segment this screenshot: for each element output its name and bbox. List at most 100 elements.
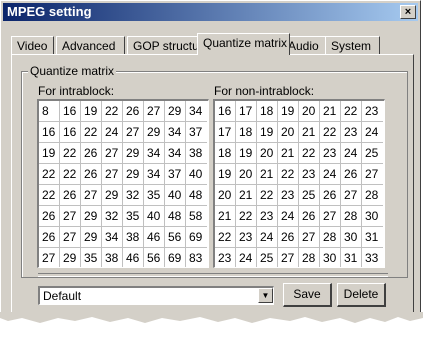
- matrix-cell[interactable]: 21: [323, 103, 343, 119]
- matrix-cell[interactable]: 19: [239, 145, 259, 161]
- matrix-cell[interactable]: 23: [365, 103, 385, 119]
- matrix-cell[interactable]: 22: [42, 166, 62, 182]
- tab-quantize-matrix[interactable]: Quantize matrix: [197, 33, 290, 55]
- matrix-cell[interactable]: 22: [302, 145, 322, 161]
- matrix-cell[interactable]: 28: [344, 208, 364, 224]
- matrix-cell[interactable]: 56: [168, 229, 188, 245]
- matrix-cell[interactable]: 30: [365, 208, 385, 224]
- matrix-cell[interactable]: 24: [323, 166, 343, 182]
- matrix-cell[interactable]: 40: [168, 187, 188, 203]
- matrix-cell[interactable]: 20: [239, 166, 259, 182]
- tab-gop-structure[interactable]: GOP structure: [127, 36, 209, 55]
- matrix-cell[interactable]: 22: [281, 166, 301, 182]
- matrix-cell[interactable]: 17: [239, 103, 259, 119]
- matrix-cell[interactable]: 26: [84, 166, 104, 182]
- matrix-cell[interactable]: 29: [63, 250, 83, 266]
- matrix-cell[interactable]: 18: [260, 103, 280, 119]
- matrix-cell[interactable]: 19: [281, 103, 301, 119]
- matrix-cell[interactable]: 37: [189, 124, 209, 140]
- matrix-cell[interactable]: 22: [105, 103, 125, 119]
- matrix-cell[interactable]: 23: [323, 145, 343, 161]
- matrix-cell[interactable]: 26: [344, 166, 364, 182]
- matrix-cell[interactable]: 27: [281, 250, 301, 266]
- matrix-cell[interactable]: 30: [344, 229, 364, 245]
- delete-button[interactable]: Delete: [337, 283, 386, 307]
- matrix-cell[interactable]: 16: [42, 124, 62, 140]
- matrix-cell[interactable]: 27: [126, 124, 146, 140]
- matrix-cell[interactable]: 27: [84, 187, 104, 203]
- matrix-cell[interactable]: 46: [147, 229, 167, 245]
- matrix-cell[interactable]: 23: [239, 229, 259, 245]
- matrix-cell[interactable]: 16: [63, 124, 83, 140]
- matrix-cell[interactable]: 40: [147, 208, 167, 224]
- matrix-cell[interactable]: 22: [63, 145, 83, 161]
- matrix-cell[interactable]: 27: [105, 145, 125, 161]
- matrix-cell[interactable]: 29: [126, 166, 146, 182]
- matrix-cell[interactable]: 32: [126, 187, 146, 203]
- matrix-cell[interactable]: 69: [168, 250, 188, 266]
- tab-advanced[interactable]: Advanced: [56, 36, 125, 55]
- matrix-cell[interactable]: 16: [63, 103, 83, 119]
- tab-video[interactable]: Video: [11, 36, 54, 55]
- matrix-cell[interactable]: 56: [147, 250, 167, 266]
- matrix-cell[interactable]: 27: [63, 229, 83, 245]
- matrix-cell[interactable]: 24: [344, 145, 364, 161]
- matrix-cell[interactable]: 37: [168, 166, 188, 182]
- matrix-cell[interactable]: 31: [344, 250, 364, 266]
- matrix-cell[interactable]: 25: [260, 250, 280, 266]
- matrix-cell[interactable]: 21: [260, 166, 280, 182]
- matrix-cell[interactable]: 29: [147, 124, 167, 140]
- matrix-cell[interactable]: 33: [365, 250, 385, 266]
- matrix-cell[interactable]: 19: [84, 103, 104, 119]
- matrix-cell[interactable]: 18: [239, 124, 259, 140]
- matrix-cell[interactable]: 29: [168, 103, 188, 119]
- matrix-cell[interactable]: 26: [42, 208, 62, 224]
- matrix-cell[interactable]: 28: [365, 187, 385, 203]
- matrix-cell[interactable]: 18: [218, 145, 238, 161]
- matrix-cell[interactable]: 22: [323, 124, 343, 140]
- matrix-cell[interactable]: 27: [42, 250, 62, 266]
- matrix-cell[interactable]: 27: [302, 229, 322, 245]
- matrix-cell[interactable]: 35: [84, 250, 104, 266]
- matrix-cell[interactable]: 26: [281, 229, 301, 245]
- matrix-cell[interactable]: 20: [281, 124, 301, 140]
- matrix-cell[interactable]: 29: [126, 145, 146, 161]
- matrix-cell[interactable]: 29: [84, 208, 104, 224]
- matrix-cell[interactable]: 26: [63, 187, 83, 203]
- close-button[interactable]: ×: [400, 5, 416, 19]
- matrix-cell[interactable]: 48: [168, 208, 188, 224]
- matrix-cell[interactable]: 22: [84, 124, 104, 140]
- matrix-cell[interactable]: 29: [84, 229, 104, 245]
- matrix-cell[interactable]: 34: [147, 166, 167, 182]
- matrix-cell[interactable]: 26: [84, 145, 104, 161]
- matrix-cell[interactable]: 24: [105, 124, 125, 140]
- matrix-cell[interactable]: 20: [302, 103, 322, 119]
- chevron-down-icon[interactable]: ▼: [258, 288, 273, 303]
- matrix-cell[interactable]: 23: [218, 250, 238, 266]
- matrix-cell[interactable]: 48: [189, 187, 209, 203]
- matrix-cell[interactable]: 34: [168, 145, 188, 161]
- preset-dropdown[interactable]: Default ▼: [38, 286, 274, 305]
- matrix-cell[interactable]: 19: [260, 124, 280, 140]
- matrix-cell[interactable]: 22: [239, 208, 259, 224]
- matrix-cell[interactable]: 16: [218, 103, 238, 119]
- matrix-cell[interactable]: 8: [42, 103, 62, 119]
- matrix-cell[interactable]: 26: [302, 208, 322, 224]
- matrix-cell[interactable]: 21: [218, 208, 238, 224]
- matrix-cell[interactable]: 22: [63, 166, 83, 182]
- matrix-cell[interactable]: 34: [168, 124, 188, 140]
- matrix-cell[interactable]: 20: [218, 187, 238, 203]
- matrix-cell[interactable]: 83: [189, 250, 209, 266]
- matrix-cell[interactable]: 26: [42, 229, 62, 245]
- matrix-cell[interactable]: 24: [365, 124, 385, 140]
- matrix-cell[interactable]: 17: [218, 124, 238, 140]
- matrix-cell[interactable]: 22: [260, 187, 280, 203]
- tab-system[interactable]: System: [325, 36, 380, 55]
- matrix-cell[interactable]: 26: [323, 187, 343, 203]
- matrix-cell[interactable]: 29: [105, 187, 125, 203]
- matrix-cell[interactable]: 25: [302, 187, 322, 203]
- matrix-cell[interactable]: 69: [189, 229, 209, 245]
- matrix-cell[interactable]: 34: [147, 145, 167, 161]
- matrix-cell[interactable]: 24: [239, 250, 259, 266]
- matrix-cell[interactable]: 32: [105, 208, 125, 224]
